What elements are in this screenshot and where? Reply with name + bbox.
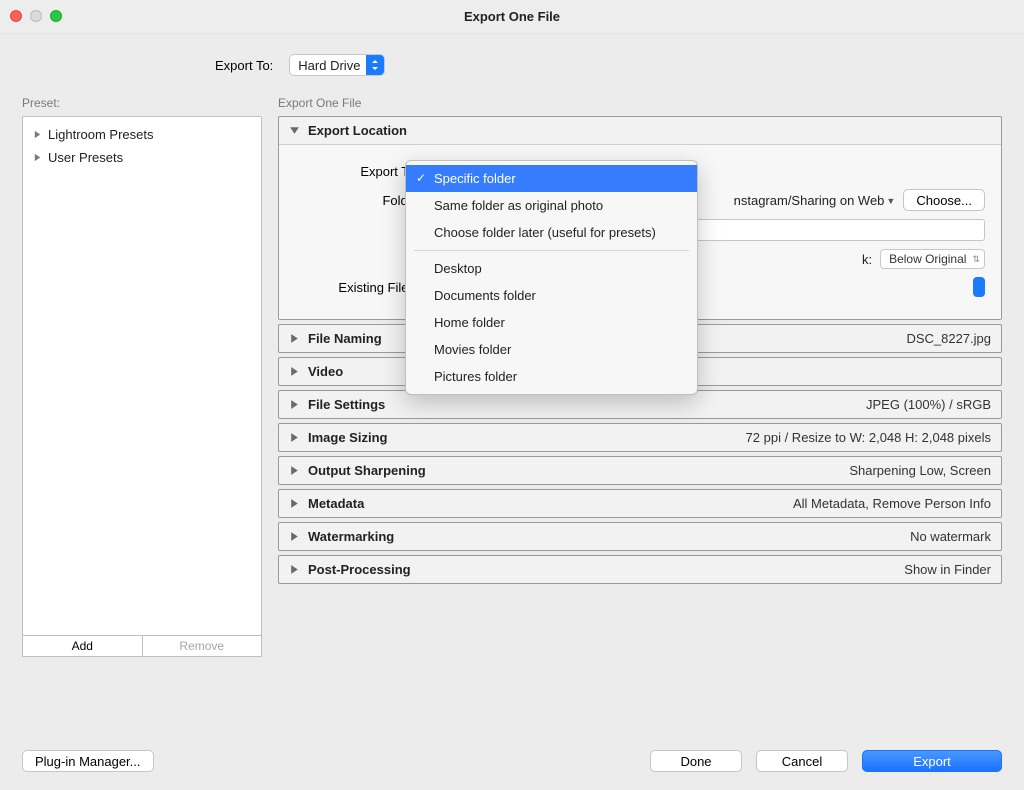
export-to-label: Export To: (215, 58, 273, 73)
section-title: Image Sizing (308, 430, 387, 445)
preset-item-label: Lightroom Presets (48, 127, 154, 142)
section-summary: Sharpening Low, Screen (849, 463, 991, 478)
dropdown-item-desktop[interactable]: Desktop (406, 255, 697, 282)
plugin-manager-button[interactable]: Plug-in Manager... (22, 750, 154, 772)
export-to-dropdown-menu[interactable]: Specific folder Same folder as original … (405, 160, 698, 395)
existing-files-select-edge[interactable] (973, 277, 985, 297)
export-to-select[interactable]: Hard Drive (289, 54, 385, 76)
preset-column: Preset: Lightroom Presets User Presets A… (22, 96, 262, 657)
dropdown-item-same-folder[interactable]: Same folder as original photo (406, 192, 697, 219)
choose-button[interactable]: Choose... (903, 189, 985, 211)
triangle-right-icon (289, 465, 300, 476)
chevron-right-icon (33, 130, 42, 139)
preset-list[interactable]: Lightroom Presets User Presets (22, 116, 262, 636)
stack-label: k: (862, 252, 872, 267)
section-summary: Show in Finder (904, 562, 991, 577)
export-to-value: Hard Drive (298, 58, 360, 73)
section-title: Post-Processing (308, 562, 411, 577)
triangle-right-icon (289, 432, 300, 443)
footer: Plug-in Manager... Done Cancel Export (22, 750, 1002, 772)
chevron-updown-icon: ⇅ (972, 254, 980, 265)
dropdown-item-home[interactable]: Home folder (406, 309, 697, 336)
triangle-right-icon (289, 498, 300, 509)
section-post-processing[interactable]: Post-Processing Show in Finder (278, 555, 1002, 584)
section-output-sharpening[interactable]: Output Sharpening Sharpening Low, Screen (278, 456, 1002, 485)
section-summary: All Metadata, Remove Person Info (793, 496, 991, 511)
done-button[interactable]: Done (650, 750, 742, 772)
preset-item-label: User Presets (48, 150, 123, 165)
chevron-updown-icon (366, 55, 384, 75)
section-summary: JPEG (100%) / sRGB (866, 397, 991, 412)
dropdown-item-movies[interactable]: Movies folder (406, 336, 697, 363)
dropdown-item-specific-folder[interactable]: Specific folder (406, 165, 697, 192)
section-summary: No watermark (910, 529, 991, 544)
section-watermarking[interactable]: Watermarking No watermark (278, 522, 1002, 551)
section-image-sizing[interactable]: Image Sizing 72 ppi / Resize to W: 2,048… (278, 423, 1002, 452)
dropdown-separator (414, 250, 689, 251)
section-title: Output Sharpening (308, 463, 426, 478)
section-metadata[interactable]: Metadata All Metadata, Remove Person Inf… (278, 489, 1002, 518)
cancel-button[interactable]: Cancel (756, 750, 848, 772)
triangle-right-icon (289, 399, 300, 410)
preset-group-lightroom[interactable]: Lightroom Presets (27, 123, 257, 146)
section-summary: 72 ppi / Resize to W: 2,048 H: 2,048 pix… (746, 430, 991, 445)
folder-path: nstagram/Sharing on Web▼ (734, 193, 896, 208)
remove-button[interactable]: Remove (142, 635, 263, 657)
section-title: File Naming (308, 331, 382, 346)
chevron-right-icon (33, 153, 42, 162)
section-title: Video (308, 364, 343, 379)
right-heading: Export One File (278, 96, 1002, 110)
section-header-export-location[interactable]: Export Location (279, 117, 1001, 144)
titlebar: Export One File (0, 0, 1024, 34)
preset-buttons: Add Remove (22, 635, 262, 657)
triangle-right-icon (289, 564, 300, 575)
section-title: File Settings (308, 397, 385, 412)
dropdown-item-documents[interactable]: Documents folder (406, 282, 697, 309)
preset-group-user[interactable]: User Presets (27, 146, 257, 169)
close-icon[interactable] (10, 10, 22, 22)
window-controls (10, 10, 62, 22)
stack-value: Below Original (889, 252, 966, 266)
chevron-down-icon: ▼ (886, 196, 895, 206)
section-summary: DSC_8227.jpg (906, 331, 991, 346)
preset-heading: Preset: (22, 96, 262, 110)
triangle-down-icon (289, 125, 300, 136)
maximize-icon[interactable] (50, 10, 62, 22)
add-button[interactable]: Add (22, 635, 142, 657)
export-to-row: Export To: Hard Drive (0, 34, 1024, 96)
minimize-icon[interactable] (30, 10, 42, 22)
triangle-right-icon (289, 366, 300, 377)
triangle-right-icon (289, 531, 300, 542)
window-title: Export One File (464, 9, 560, 24)
stack-select[interactable]: Below Original ⇅ (880, 249, 985, 269)
dropdown-item-pictures[interactable]: Pictures folder (406, 363, 697, 390)
triangle-right-icon (289, 333, 300, 344)
export-button[interactable]: Export (862, 750, 1002, 772)
section-title: Metadata (308, 496, 364, 511)
dropdown-item-choose-later[interactable]: Choose folder later (useful for presets) (406, 219, 697, 246)
section-title: Watermarking (308, 529, 394, 544)
section-title: Export Location (308, 123, 407, 138)
